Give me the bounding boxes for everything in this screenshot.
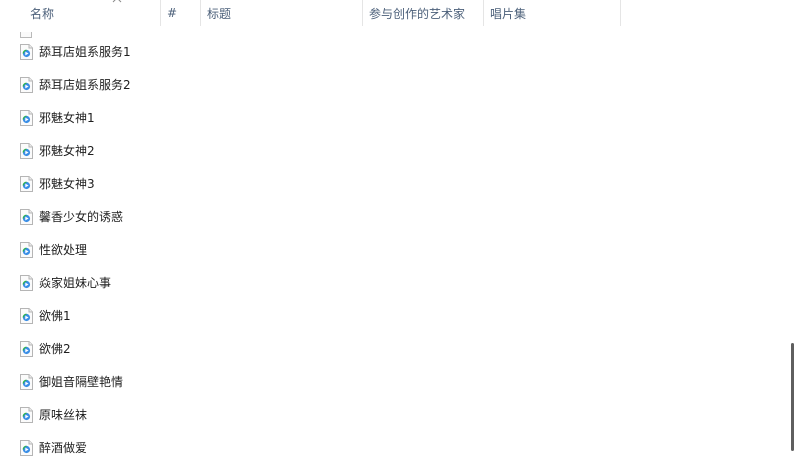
list-item[interactable]: 邪魅女神1 bbox=[0, 102, 786, 135]
file-name: 邪魅女神3 bbox=[39, 177, 95, 191]
list-item[interactable]: 欲佛1 bbox=[0, 300, 786, 333]
list-item[interactable]: 舔耳店姐系服务1 bbox=[0, 36, 786, 69]
column-header-album-label: 唱片集 bbox=[490, 6, 527, 21]
file-name: 欲佛1 bbox=[39, 309, 71, 323]
column-header-number[interactable]: # bbox=[161, 0, 201, 26]
chevron-up-icon bbox=[112, 0, 122, 4]
list-item[interactable]: 焱家姐妹心事 bbox=[0, 267, 786, 300]
column-header-contributing-artists[interactable]: 参与创作的艺术家 bbox=[363, 0, 484, 26]
file-name: 邪魅女神2 bbox=[39, 144, 95, 158]
file-name: 馨香少女的诱惑 bbox=[39, 210, 124, 224]
list-item[interactable]: 醉酒做爱 bbox=[0, 432, 786, 464]
media-file-icon bbox=[20, 143, 33, 159]
media-file-icon bbox=[20, 209, 33, 225]
vertical-scrollbar[interactable] bbox=[786, 0, 800, 464]
column-header-row: 名称 # 标题 参与创作的艺术家 唱片集 bbox=[0, 0, 786, 26]
file-name: 欲佛2 bbox=[39, 342, 71, 356]
file-name: 性欲处理 bbox=[39, 243, 88, 257]
column-header-contributing-artists-label: 参与创作的艺术家 bbox=[369, 6, 466, 21]
file-name: 原味丝袜 bbox=[39, 408, 88, 422]
media-file-icon bbox=[20, 407, 33, 423]
list-item[interactable]: 欲佛2 bbox=[0, 333, 786, 366]
media-file-icon bbox=[20, 176, 33, 192]
media-file-icon bbox=[20, 341, 33, 357]
list-item[interactable]: 原味丝袜 bbox=[0, 399, 786, 432]
file-name: 舔耳店姐系服务1 bbox=[39, 45, 131, 59]
media-file-icon bbox=[20, 440, 33, 456]
list-item[interactable]: 邪魅女神3 bbox=[0, 168, 786, 201]
media-file-icon bbox=[20, 275, 33, 291]
scrollbar-thumb[interactable] bbox=[791, 343, 794, 451]
file-name: 醉酒做爱 bbox=[39, 441, 88, 455]
list-item[interactable]: 舔耳店姐系服务2 bbox=[0, 69, 786, 102]
column-header-album[interactable]: 唱片集 bbox=[484, 0, 621, 26]
media-file-icon bbox=[20, 308, 33, 324]
media-file-icon bbox=[20, 77, 33, 93]
file-explorer-details-view: 名称 # 标题 参与创作的艺术家 唱片集 舔耳店姐系服务1 舔耳店姐系服务2 邪魅女… bbox=[0, 0, 800, 464]
media-file-icon bbox=[20, 242, 33, 258]
list-item[interactable]: 性欲处理 bbox=[0, 234, 786, 267]
media-file-icon bbox=[20, 110, 33, 126]
media-file-icon bbox=[20, 374, 33, 390]
column-header-number-label: # bbox=[167, 6, 178, 20]
list-item[interactable]: 邪魅女神2 bbox=[0, 135, 786, 168]
file-name: 舔耳店姐系服务2 bbox=[39, 78, 131, 92]
column-header-title-label: 标题 bbox=[207, 6, 232, 21]
column-divider[interactable] bbox=[620, 0, 621, 26]
file-name: 御姐音隔壁艳情 bbox=[39, 375, 124, 389]
media-file-icon bbox=[20, 44, 33, 60]
list-item[interactable]: 馨香少女的诱惑 bbox=[0, 201, 786, 234]
column-header-name[interactable]: 名称 bbox=[24, 0, 161, 26]
list-item[interactable]: 御姐音隔壁艳情 bbox=[0, 366, 786, 399]
file-list: 舔耳店姐系服务1 舔耳店姐系服务2 邪魅女神1 邪魅女神2 邪魅女神3 馨香少女的诱惑 性欲… bbox=[0, 26, 786, 464]
file-name: 邪魅女神1 bbox=[39, 111, 95, 125]
file-name: 焱家姐妹心事 bbox=[39, 276, 112, 290]
column-header-name-label: 名称 bbox=[30, 6, 55, 21]
column-header-title[interactable]: 标题 bbox=[201, 0, 363, 26]
